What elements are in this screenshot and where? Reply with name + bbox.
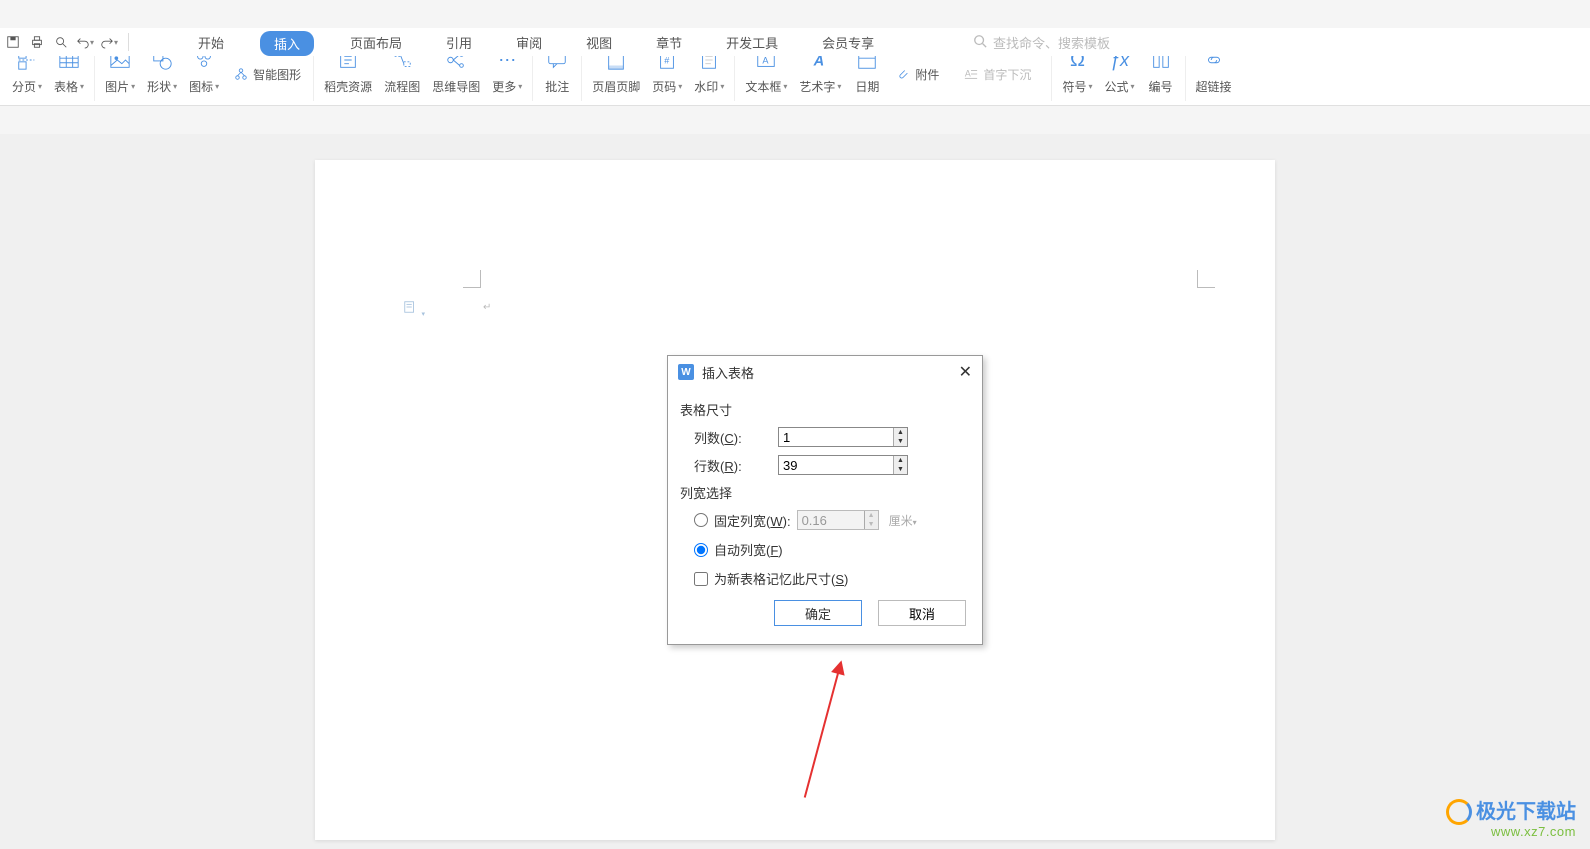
cols-input[interactable] bbox=[778, 427, 908, 447]
preview-icon[interactable] bbox=[52, 33, 70, 51]
flow-label: 流程图 bbox=[384, 78, 420, 95]
cols-label: 列数(C): bbox=[694, 428, 764, 447]
fixedw-up: ▲ bbox=[865, 511, 878, 520]
symbol-label: 符号 bbox=[1062, 78, 1086, 95]
rows-spinner[interactable]: ▲▼ bbox=[778, 455, 908, 475]
dropcap-icon: A bbox=[963, 66, 979, 82]
undo-icon[interactable]: ▾ bbox=[76, 33, 94, 51]
insert-table-dialog: W 插入表格 ✕ 表格尺寸 列数(C): ▲▼ 行数(R): ▲▼ 列宽选择 固… bbox=[667, 355, 983, 645]
tab-reference[interactable]: 引用 bbox=[438, 29, 480, 56]
hyperlink-label: 超链接 bbox=[1196, 78, 1232, 95]
rows-down[interactable]: ▼ bbox=[894, 465, 907, 474]
cols-down[interactable]: ▼ bbox=[894, 437, 907, 446]
search-area[interactable]: 查找命令、搜索模板 bbox=[973, 33, 1110, 52]
menu-tabs: 开始 插入 页面布局 引用 审阅 视图 章节 开发工具 会员专享 查找命令、搜索… bbox=[0, 28, 1590, 56]
svg-text:A: A bbox=[763, 56, 770, 66]
tab-insert[interactable]: 插入 bbox=[260, 31, 314, 56]
wordart-label: 艺术字 bbox=[799, 78, 835, 95]
remember-row: 为新表格记忆此尺寸(S) bbox=[694, 569, 970, 588]
save-icon[interactable] bbox=[4, 33, 22, 51]
colwidth-section-label: 列宽选择 bbox=[680, 483, 970, 502]
rows-input[interactable] bbox=[778, 455, 908, 475]
tab-member[interactable]: 会员专享 bbox=[814, 29, 882, 56]
table-label: 表格 bbox=[54, 78, 78, 95]
close-icon[interactable]: ✕ bbox=[959, 362, 972, 382]
tab-view[interactable]: 视图 bbox=[578, 29, 620, 56]
smartart-label: 智能图形 bbox=[253, 66, 301, 83]
pagenum-label: 页码 bbox=[652, 78, 676, 95]
search-icon bbox=[973, 34, 987, 51]
margin-corner-tr bbox=[1197, 270, 1215, 288]
pagebreak-label: 分页 bbox=[12, 78, 36, 95]
res-label: 稻壳资源 bbox=[324, 78, 372, 95]
cursor-mark: ↵ bbox=[483, 302, 491, 313]
ok-button[interactable]: 确定 bbox=[774, 600, 862, 626]
svg-text:A: A bbox=[965, 69, 971, 79]
shapes-label: 形状 bbox=[147, 78, 171, 95]
cancel-button[interactable]: 取消 bbox=[878, 600, 966, 626]
paragraph-options-icon[interactable]: ▾ bbox=[403, 300, 419, 316]
headerfooter-label: 页眉页脚 bbox=[592, 78, 640, 95]
rows-label: 行数(R): bbox=[694, 456, 764, 475]
picture-label: 图片 bbox=[105, 78, 129, 95]
number-label: 编号 bbox=[1149, 78, 1173, 95]
remember-label: 为新表格记忆此尺寸(S) bbox=[714, 569, 848, 588]
fixedw-down: ▼ bbox=[865, 520, 878, 529]
fixed-width-label: 固定列宽(W): bbox=[714, 511, 791, 530]
dialog-logo-icon: W bbox=[678, 364, 694, 380]
dialog-title: 插入表格 bbox=[702, 363, 754, 382]
unit-label: 厘米▾ bbox=[889, 512, 917, 529]
smartart-button[interactable]: 智能图形 bbox=[231, 64, 303, 85]
cols-spinner[interactable]: ▲▼ bbox=[778, 427, 908, 447]
tab-start[interactable]: 开始 bbox=[190, 29, 232, 56]
auto-width-radio[interactable] bbox=[694, 543, 708, 557]
tab-review[interactable]: 审阅 bbox=[508, 29, 550, 56]
mindmap-label: 思维导图 bbox=[432, 78, 480, 95]
attach-button[interactable]: 附件 bbox=[893, 64, 949, 85]
auto-width-label: 自动列宽(F) bbox=[714, 540, 783, 559]
icons-label: 图标 bbox=[189, 78, 213, 95]
print-icon[interactable] bbox=[28, 33, 46, 51]
auto-width-row: 自动列宽(F) bbox=[694, 540, 970, 559]
remember-checkbox[interactable] bbox=[694, 572, 708, 586]
watermark-url: www.xz7.com bbox=[1446, 825, 1576, 839]
fixed-width-radio[interactable] bbox=[694, 513, 708, 527]
search-placeholder: 查找命令、搜索模板 bbox=[993, 33, 1110, 52]
date-label: 日期 bbox=[855, 78, 879, 95]
smartart-icon bbox=[233, 66, 249, 82]
attach-icon bbox=[895, 66, 911, 82]
rows-row: 行数(R): ▲▼ bbox=[694, 455, 970, 475]
watermark-label: 水印 bbox=[694, 78, 718, 95]
dropcap-label: 首字下沉 bbox=[983, 66, 1031, 83]
tab-pagelayout[interactable]: 页面布局 bbox=[342, 29, 410, 56]
more-label: 更多 bbox=[492, 78, 516, 95]
watermark-title: 极光下载站 bbox=[1476, 801, 1576, 823]
fixed-width-row: 固定列宽(W): ▲▼ 厘米▾ bbox=[694, 510, 970, 530]
margin-corner-tl bbox=[463, 270, 481, 288]
watermark-logo: 极光下载站 www.xz7.com bbox=[1446, 799, 1576, 839]
cols-up[interactable]: ▲ bbox=[894, 428, 907, 437]
svg-text:#: # bbox=[665, 56, 671, 66]
comment-label: 批注 bbox=[545, 78, 569, 95]
fixed-width-spinner: ▲▼ bbox=[797, 510, 879, 530]
rows-up[interactable]: ▲ bbox=[894, 456, 907, 465]
quick-access-toolbar: ▾ ▾ bbox=[0, 28, 137, 56]
dialog-titlebar[interactable]: W 插入表格 ✕ bbox=[668, 356, 982, 388]
formula-label: 公式 bbox=[1104, 78, 1128, 95]
dropcap-button[interactable]: A 首字下沉 bbox=[961, 64, 1041, 85]
redo-icon[interactable]: ▾ bbox=[100, 33, 118, 51]
size-section-label: 表格尺寸 bbox=[680, 400, 970, 419]
textbox-label: 文本框 bbox=[745, 78, 781, 95]
tab-devtools[interactable]: 开发工具 bbox=[718, 29, 786, 56]
attach-label: 附件 bbox=[915, 66, 939, 83]
columns-row: 列数(C): ▲▼ bbox=[694, 427, 970, 447]
tab-section[interactable]: 章节 bbox=[648, 29, 690, 56]
